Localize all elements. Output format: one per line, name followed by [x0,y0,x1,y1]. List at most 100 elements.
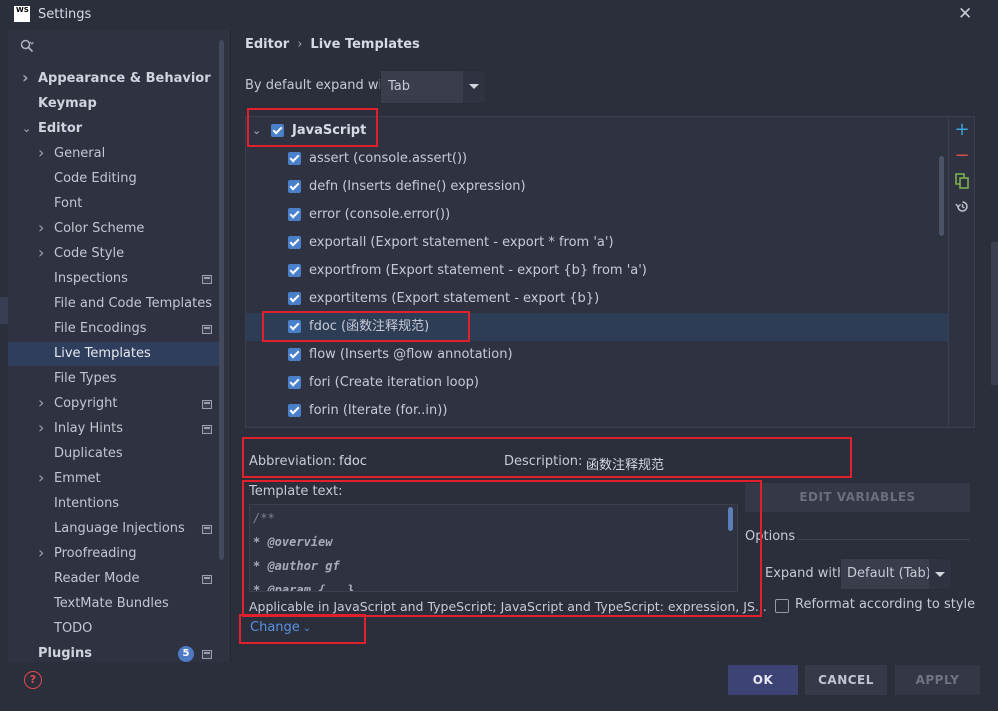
template-row[interactable]: fori (Create iteration loop) [246,369,948,397]
chevron-right-icon[interactable]: › [38,241,44,265]
ok-button[interactable]: OK [728,665,798,695]
template-checkbox[interactable] [288,208,301,221]
sidebar-item-proofreading[interactable]: › Proofreading [8,542,222,566]
template-row[interactable]: defn (Inserts define() expression) [246,173,948,201]
template-row[interactable]: exportitems (Export statement - export {… [246,285,948,313]
template-checkbox[interactable] [288,376,301,389]
sidebar-item-label: TextMate Bundles [54,596,169,611]
reformat-option[interactable]: Reformat according to style [775,597,975,614]
chevron-right-icon[interactable]: › [38,466,44,490]
sidebar-item-inlay-hints[interactable]: › Inlay Hints [8,417,222,441]
sidebar-item-label: Editor [38,121,83,136]
template-row[interactable]: forin (Iterate (for..in)) [246,397,948,425]
sidebar-item-appearance-behavior[interactable]: › Appearance & Behavior [8,67,222,91]
chevron-right-icon[interactable]: › [38,141,44,165]
sidebar-item-file-encodings[interactable]: File Encodings [8,317,222,341]
template-row[interactable]: exportall (Export statement - export * f… [246,229,948,257]
sidebar-item-language-injections[interactable]: Language Injections [8,517,222,541]
search-icon[interactable] [20,39,34,57]
template-label: error (console.error()) [309,207,451,222]
sidebar-item-file-and-code-templates[interactable]: File and Code Templates [8,292,222,316]
sidebar-item-label: Inlay Hints [54,421,123,436]
expand-with-label: Expand with [765,566,846,581]
expand-with-value: Default (Tab) [847,566,931,581]
sidebar-item-textmate-bundles[interactable]: TextMate Bundles [8,592,222,616]
sidebar-item-label: Language Injections [54,521,185,536]
expand-default-label: By default expand with [245,78,396,93]
template-checkbox[interactable] [288,152,301,165]
sidebar-item-color-scheme[interactable]: › Color Scheme [8,217,222,241]
breadcrumb-separator: › [297,37,303,52]
restore-icon[interactable] [953,199,971,217]
templates-list: ⌄ JavaScript assert (console.assert()) de… [245,116,949,428]
sidebar-item-todo[interactable]: TODO [8,617,222,641]
template-row[interactable]: assert (console.assert()) [246,145,948,173]
template-label: flow (Inserts @flow annotation) [309,347,513,362]
annotation-box-fdoc [262,311,470,342]
template-label: exportfrom (Export statement - export {b… [309,263,647,278]
help-icon[interactable]: ? [24,671,42,689]
edit-variables-button[interactable]: EDIT VARIABLES [745,483,970,512]
template-label: exportitems (Export statement - export {… [309,291,600,306]
left-edge [0,297,8,324]
breadcrumb-parent[interactable]: Editor [245,37,289,52]
sidebar-item-label: Code Editing [54,171,137,186]
template-row[interactable]: error (console.error()) [246,201,948,229]
chevron-right-icon[interactable]: › [38,416,44,440]
expand-default-dropdown[interactable]: Tab [380,70,486,104]
add-icon[interactable]: + [953,121,971,139]
sidebar-item-copyright[interactable]: › Copyright [8,392,222,416]
sidebar-scrollbar[interactable] [219,40,224,560]
annotation-box-template-text [242,480,762,617]
templates-scrollbar[interactable] [939,156,944,236]
sidebar-item-inspections[interactable]: Inspections [8,267,222,291]
sidebar-item-general[interactable]: › General [8,142,222,166]
reformat-label: Reformat according to style [795,597,976,612]
sidebar-item-label: Emmet [54,471,101,486]
cancel-button[interactable]: CANCEL [805,665,887,695]
sidebar-item-label: Code Style [54,246,125,261]
sidebar-item-code-style[interactable]: › Code Style [8,242,222,266]
right-edge [991,242,998,385]
chevron-right-icon[interactable]: › [38,216,44,240]
sidebar-item-label: Font [54,196,83,211]
template-checkbox[interactable] [288,264,301,277]
app-logo: WS [14,6,30,22]
template-row[interactable]: exportfrom (Export statement - export {b… [246,257,948,285]
project-scope-icon [202,425,212,434]
sidebar-item-duplicates[interactable]: Duplicates [8,442,222,466]
sidebar-item-label: Appearance & Behavior [38,71,211,86]
sidebar-item-font[interactable]: Font [8,192,222,216]
chevron-right-icon[interactable]: › [38,391,44,415]
chevron-right-icon[interactable]: › [38,541,44,565]
template-checkbox[interactable] [288,404,301,417]
chevron-down-icon[interactable]: ⌄ [22,117,31,141]
sidebar-item-emmet[interactable]: › Emmet [8,467,222,491]
expand-default-value: Tab [388,79,411,94]
chevron-down-icon [929,559,951,589]
sidebar-item-editor[interactable]: ⌄ Editor [8,117,222,141]
sidebar-item-intentions[interactable]: Intentions [8,492,222,516]
template-row[interactable]: flow (Inserts @flow annotation) [246,341,948,369]
sidebar-item-keymap[interactable]: Keymap [8,92,222,116]
sidebar-item-file-types[interactable]: File Types [8,367,222,391]
chevron-right-icon[interactable]: › [22,66,29,90]
sidebar-item-plugins[interactable]: Plugins 5 [8,642,222,662]
project-scope-icon [202,650,212,659]
sidebar-item-reader-mode[interactable]: Reader Mode [8,567,222,591]
close-icon[interactable]: ✕ [958,4,972,24]
template-checkbox[interactable] [288,348,301,361]
template-checkbox[interactable] [288,236,301,249]
sidebar-item-label: Inspections [54,271,128,286]
expand-with-dropdown[interactable]: Default (Tab) [840,558,952,590]
reformat-checkbox[interactable] [775,599,789,613]
annotation-box-group [247,108,378,147]
apply-button[interactable]: APPLY [895,665,980,695]
template-checkbox[interactable] [288,180,301,193]
template-label: fori (Create iteration loop) [309,375,479,390]
sidebar-item-code-editing[interactable]: Code Editing [8,167,222,191]
template-checkbox[interactable] [288,292,301,305]
copy-icon[interactable] [953,173,971,191]
remove-icon[interactable]: − [953,147,971,165]
sidebar-item-live-templates[interactable]: Live Templates [8,342,222,366]
